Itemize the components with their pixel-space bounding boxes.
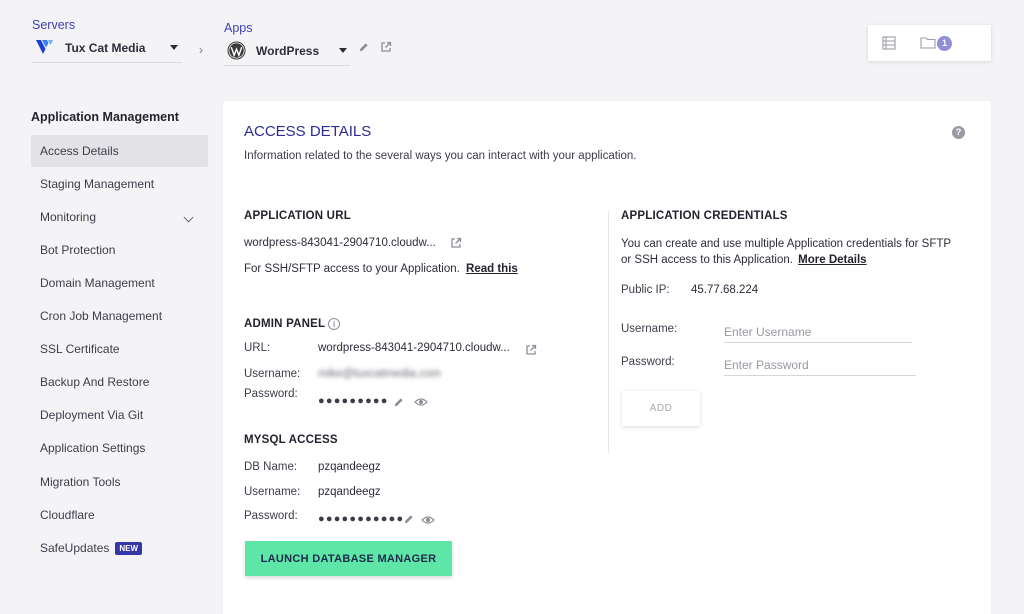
- admin-url-label: URL:: [244, 342, 271, 354]
- open-url-external-icon[interactable]: [450, 237, 462, 249]
- admin-panel-info-icon[interactable]: i: [328, 318, 340, 330]
- access-details-card: ACCESS DETAILS Information related to th…: [223, 101, 991, 614]
- apps-label: Apps: [224, 21, 253, 35]
- db-name-label: DB Name:: [244, 461, 298, 473]
- sidebar-item-access-details[interactable]: Access Details: [31, 135, 208, 167]
- open-app-external-icon[interactable]: [380, 41, 392, 53]
- edit-db-password-icon[interactable]: [403, 514, 414, 525]
- sidebar-item-monitoring[interactable]: Monitoring: [31, 201, 208, 233]
- ssh-info-text: For SSH/SFTP access to your Application.…: [244, 263, 518, 275]
- admin-username-value: mike@tuxcatmedia.com: [318, 368, 441, 380]
- public-ip-value: 45.77.68.224: [691, 284, 759, 296]
- db-username-label: Username:: [244, 486, 301, 498]
- sidebar-title: Application Management: [31, 110, 179, 124]
- show-db-password-eye-icon[interactable]: [421, 515, 435, 525]
- db-name-value: pzqandeegz: [318, 461, 381, 473]
- cred-username-input[interactable]: [724, 321, 912, 343]
- credentials-desc-text: or SSH access to this Application.: [621, 254, 793, 266]
- admin-panel-title: ADMIN PANEL: [244, 318, 326, 330]
- sidebar-item-safeupdates[interactable]: SafeUpdates NEW: [31, 532, 208, 564]
- page-title: ACCESS DETAILS: [244, 123, 372, 140]
- sidebar-item-label: SSL Certificate: [40, 342, 120, 356]
- sidebar-item-label: Monitoring: [40, 210, 97, 224]
- db-password-value: ●●●●●●●●●●●: [318, 513, 405, 525]
- top-right-toolbar: 1: [868, 25, 991, 61]
- wordpress-logo-icon: [227, 41, 246, 60]
- application-url-title: APPLICATION URL: [244, 210, 351, 222]
- sidebar-item-label: Domain Management: [40, 276, 155, 290]
- sidebar-item-label: Cloudflare: [40, 508, 95, 522]
- sidebar-item-label: Deployment Via Git: [40, 408, 144, 422]
- ssh-info-label: For SSH/SFTP access to your Application.: [244, 263, 460, 275]
- public-ip-label: Public IP:: [621, 284, 670, 296]
- cred-password-input[interactable]: [724, 354, 916, 376]
- admin-url-link[interactable]: wordpress-843041-2904710.cloudw...: [318, 342, 510, 354]
- show-admin-password-eye-icon[interactable]: [414, 397, 428, 407]
- admin-username-label: Username:: [244, 368, 301, 380]
- sidebar-item-label: SafeUpdates: [40, 541, 110, 555]
- sidebar-item-ssl-certificate[interactable]: SSL Certificate: [31, 333, 208, 365]
- db-password-label: Password:: [244, 510, 298, 522]
- application-credentials-title: APPLICATION CREDENTIALS: [621, 210, 788, 222]
- sidebar-item-migration-tools[interactable]: Migration Tools: [31, 466, 208, 498]
- notification-badge[interactable]: 1: [937, 36, 952, 51]
- sidebar-item-label: Application Settings: [40, 441, 146, 455]
- app-caret-icon: [339, 48, 348, 53]
- sidebar-item-label: Migration Tools: [40, 475, 121, 489]
- sidebar-item-label: Access Details: [40, 144, 119, 158]
- edit-admin-password-icon[interactable]: [393, 397, 404, 408]
- servers-label: Servers: [32, 18, 76, 32]
- sidebar-item-staging-management[interactable]: Staging Management: [31, 168, 208, 200]
- application-url-link[interactable]: wordpress-843041-2904710.cloudw...: [244, 237, 436, 249]
- sidebar-item-label: Backup And Restore: [40, 375, 150, 389]
- new-badge: NEW: [115, 541, 143, 555]
- read-this-link[interactable]: Read this: [466, 263, 518, 275]
- mysql-access-title: MYSQL ACCESS: [244, 434, 338, 446]
- server-caret-icon: [170, 45, 179, 50]
- credentials-desc-line1: You can create and use multiple Applicat…: [621, 238, 952, 250]
- column-divider: [608, 211, 609, 453]
- sidebar-item-domain-management[interactable]: Domain Management: [31, 267, 208, 299]
- sidebar-item-label: Staging Management: [40, 177, 155, 191]
- launch-database-manager-button[interactable]: LAUNCH DATABASE MANAGER: [245, 541, 452, 576]
- page-subtitle: Information related to the several ways …: [244, 150, 637, 162]
- app-selector[interactable]: WordPress: [224, 36, 350, 66]
- admin-password-value: ●●●●●●●●●: [318, 395, 389, 407]
- server-selector[interactable]: Tux Cat Media: [32, 33, 182, 63]
- cred-username-label: Username:: [621, 323, 678, 335]
- edit-app-icon[interactable]: [358, 42, 369, 53]
- vultr-logo-icon: [36, 39, 53, 54]
- sidebar-item-application-settings[interactable]: Application Settings: [31, 432, 208, 464]
- add-credential-button[interactable]: ADD: [622, 391, 700, 426]
- sidebar-item-label: Bot Protection: [40, 243, 116, 257]
- help-icon[interactable]: ?: [952, 126, 965, 139]
- sidebar-item-cloudflare[interactable]: Cloudflare: [31, 499, 208, 531]
- open-admin-external-icon[interactable]: [525, 344, 537, 356]
- sidebar-item-deployment-via-git[interactable]: Deployment Via Git: [31, 399, 208, 431]
- sidebar-item-backup-and-restore[interactable]: Backup And Restore: [31, 366, 208, 398]
- server-name: Tux Cat Media: [65, 40, 146, 55]
- db-username-value: pzqandeegz: [318, 486, 381, 498]
- cred-password-label: Password:: [621, 356, 675, 368]
- sidebar-item-label: Cron Job Management: [40, 309, 163, 323]
- breadcrumb-separator: ›: [199, 43, 203, 57]
- sidebar-item-cron-job-management[interactable]: Cron Job Management: [31, 300, 208, 332]
- list-view-icon[interactable]: [882, 36, 896, 50]
- credentials-desc-line2: or SSH access to this Application. More …: [621, 254, 867, 266]
- folder-icon[interactable]: [920, 36, 936, 49]
- sidebar-item-bot-protection[interactable]: Bot Protection: [31, 234, 208, 266]
- admin-password-label: Password:: [244, 388, 298, 400]
- more-details-link[interactable]: More Details: [798, 254, 866, 266]
- app-name: WordPress: [256, 43, 320, 58]
